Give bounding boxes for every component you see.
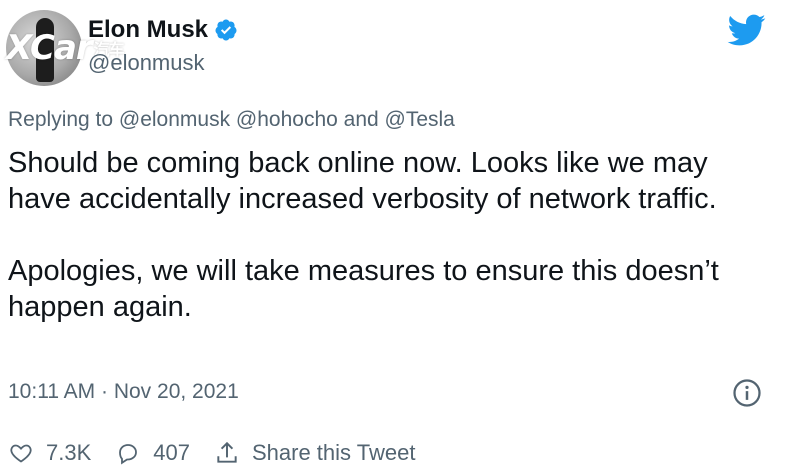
watermark-main: XCar [6, 28, 93, 68]
verified-badge-icon [215, 19, 237, 41]
replying-to-line[interactable]: Replying to @elonmusk @hohocho and @Tesl… [8, 108, 455, 132]
reply-bubble-icon [119, 444, 138, 465]
twitter-bird-icon[interactable] [724, 10, 768, 50]
info-icon[interactable] [732, 378, 762, 408]
share-button[interactable]: Share this Tweet [214, 440, 415, 466]
tweet-text: Should be coming back online now. Looks … [8, 147, 719, 323]
reply-button[interactable]: 407 [115, 440, 190, 466]
author-display-name[interactable]: Elon Musk [88, 16, 208, 44]
author-name-row[interactable]: Elon Musk [88, 16, 238, 44]
like-button[interactable]: 7.3K [8, 440, 91, 466]
tweet-timestamp[interactable]: 10:11 AM · Nov 20, 2021 [8, 380, 239, 404]
author-handle[interactable]: @elonmusk [88, 50, 205, 76]
like-count: 7.3K [46, 440, 92, 465]
action-bar: 7.3K 407 Share this Tweet [8, 440, 439, 466]
heart-icon [10, 444, 32, 463]
share-icon [217, 441, 237, 463]
share-label: Share this Tweet [251, 440, 416, 465]
reply-count: 407 [153, 440, 190, 465]
